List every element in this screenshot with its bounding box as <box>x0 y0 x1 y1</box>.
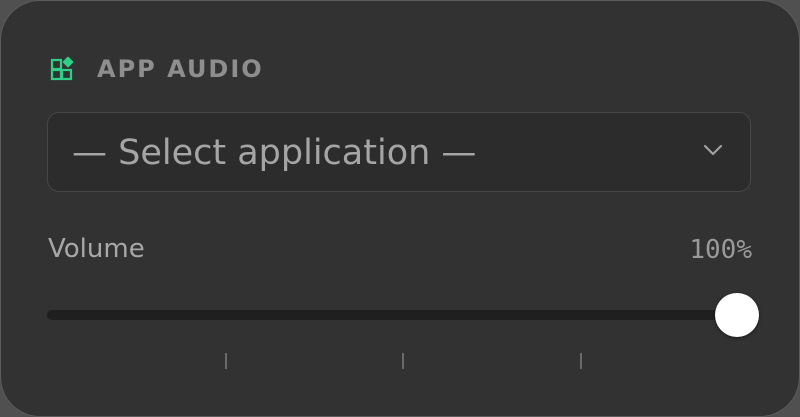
volume-tick <box>402 353 404 369</box>
volume-label: Volume <box>48 234 145 264</box>
application-select-value: — Select application — <box>72 133 477 173</box>
section-title: APP AUDIO <box>97 55 264 83</box>
volume-slider-thumb[interactable] <box>715 293 759 337</box>
volume-slider-fill <box>47 310 737 320</box>
app-audio-panel: APP AUDIO — Select application — Volume … <box>0 0 800 417</box>
section-header: APP AUDIO <box>50 55 264 83</box>
chevron-down-icon <box>702 143 724 157</box>
app-audio-icon <box>50 56 76 82</box>
volume-value: 100% <box>689 235 752 265</box>
volume-tick <box>580 353 582 369</box>
volume-slider[interactable] <box>47 293 759 339</box>
volume-tick <box>225 353 227 369</box>
application-select[interactable]: — Select application — <box>47 112 751 192</box>
